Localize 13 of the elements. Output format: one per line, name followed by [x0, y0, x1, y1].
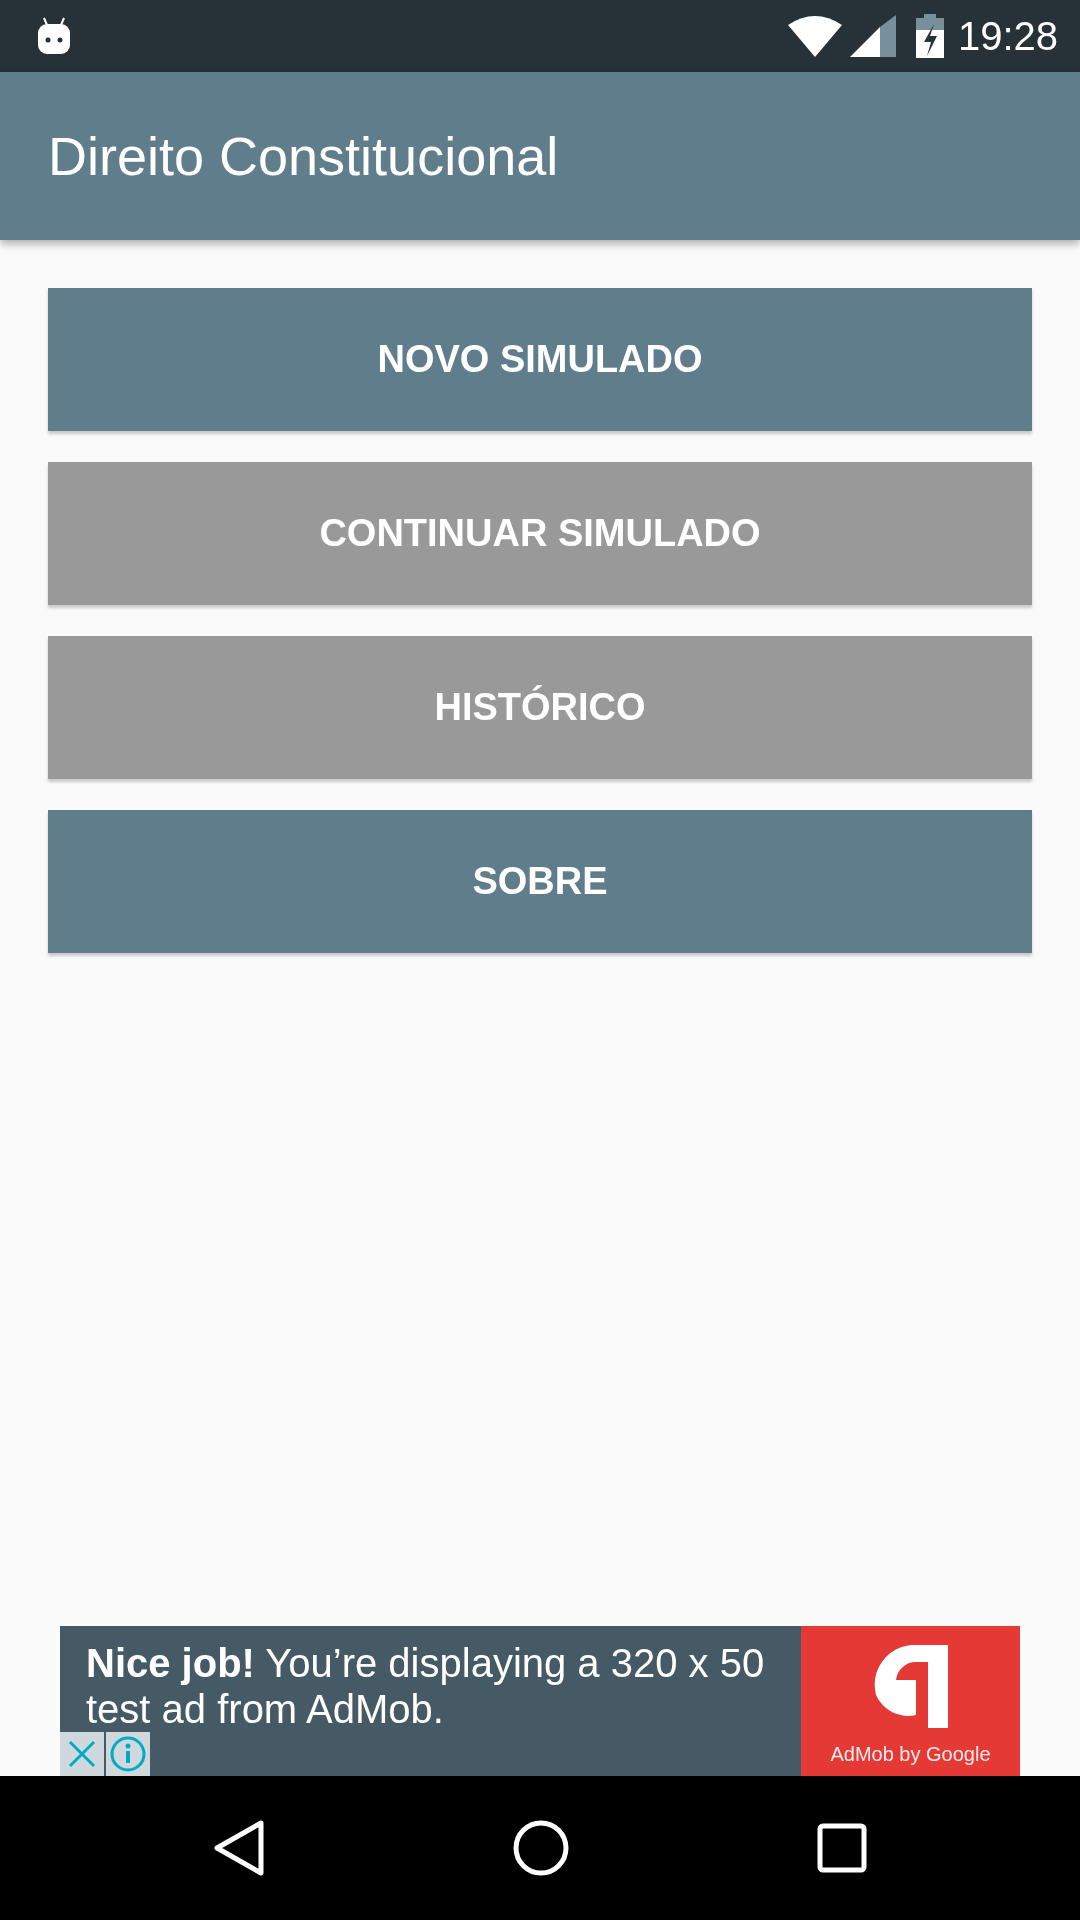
ad-text: Nice job! You’re displaying a 320 x 50 test ad from AdMob. — [85, 1640, 766, 1732]
clock-time: 19:28 — [957, 13, 1058, 59]
android-icon — [36, 16, 72, 56]
battery-charging-icon — [915, 14, 944, 58]
recents-icon[interactable] — [816, 1823, 867, 1873]
ad-brand: AdMob by Google — [830, 1743, 991, 1766]
menu-button[interactable]: NOVO SIMULADO — [48, 288, 1032, 431]
back-icon[interactable] — [213, 1819, 266, 1877]
menu-button[interactable]: SOBRE — [48, 810, 1032, 953]
signal-icon — [849, 15, 896, 57]
home-icon[interactable] — [512, 1819, 570, 1877]
wifi-icon — [787, 15, 842, 57]
app-title: Direito Constitucional — [48, 125, 559, 187]
